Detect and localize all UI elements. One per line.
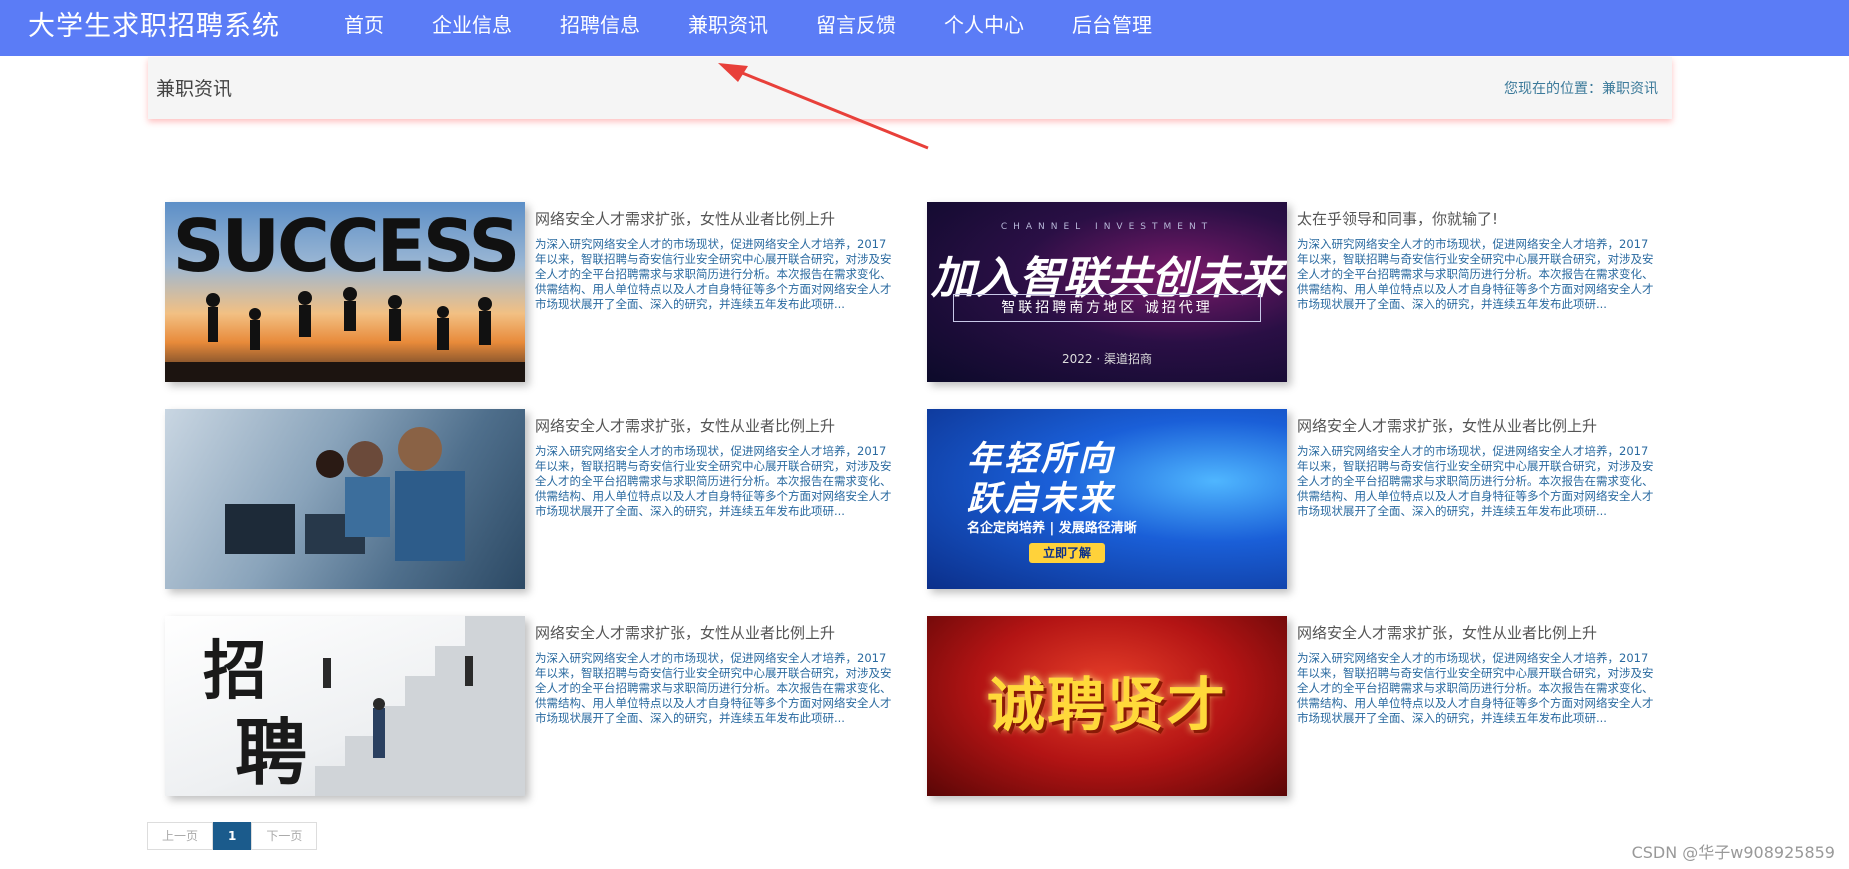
thumbnail-subcaption: 名企定岗培养 | 发展路径清晰	[967, 521, 1137, 536]
silhouettes-icon	[165, 287, 525, 382]
article-summary: 为深入研究网络安全人才的市场现状，促进网络安全人才培养，2017年以来，智联招聘…	[1297, 237, 1654, 311]
article-title[interactable]: 太在乎领导和同事，你就输了!	[1297, 208, 1677, 229]
article-summary: 为深入研究网络安全人才的市场现状，促进网络安全人才培养，2017年以来，智联招聘…	[1297, 444, 1654, 518]
thumbnail-button: 立即了解	[1029, 543, 1105, 563]
app-title[interactable]: 大学生求职招聘系统	[28, 9, 280, 45]
article-title[interactable]: 网络安全人才需求扩张，女性从业者比例上升	[535, 208, 915, 229]
article-summary: 为深入研究网络安全人才的市场现状，促进网络安全人才培养，2017年以来，智联招聘…	[535, 651, 892, 725]
main-nav: 首页 企业信息 招聘信息 兼职资讯 留言反馈 个人中心 后台管理	[320, 0, 1176, 62]
article-title[interactable]: 网络安全人才需求扩张，女性从业者比例上升	[535, 622, 915, 643]
page-button-current[interactable]: 1	[213, 822, 252, 850]
prev-page-button[interactable]: 上一页	[147, 822, 214, 850]
nav-item-companies[interactable]: 企业信息	[408, 0, 536, 56]
article-thumbnail[interactable]: 年轻所向 跃启未来 名企定岗培养 | 发展路径清晰 立即了解	[927, 409, 1287, 589]
article-title[interactable]: 网络安全人才需求扩张，女性从业者比例上升	[1297, 415, 1677, 436]
pagination: 上一页 1 下一页	[147, 822, 318, 850]
nav-item-home[interactable]: 首页	[320, 0, 408, 56]
article-card[interactable]: 网络安全人才需求扩张，女性从业者比例上升 为深入研究网络安全人才的市场现状，促进…	[165, 409, 925, 589]
article-card[interactable]: CHANNEL INVESTMENT 加入智联共创未来 智联招聘南方地区 诚招代…	[927, 202, 1687, 382]
nav-item-parttime-news[interactable]: 兼职资讯	[664, 0, 792, 62]
office-people-icon	[225, 427, 465, 561]
article-card[interactable]: SUCCESS 网络安全人才需求扩张，女性从业者比例上升 为深入研究网络安全人才…	[165, 202, 925, 382]
article-thumbnail[interactable]: 招 聘	[165, 616, 525, 796]
article-thumbnail[interactable]: SUCCESS	[165, 202, 525, 382]
nav-item-feedback[interactable]: 留言反馈	[792, 0, 920, 56]
thumbnail-caption: 跃启未来	[967, 479, 1115, 519]
stairs-icon	[315, 616, 525, 796]
article-card[interactable]: 诚聘贤才 网络安全人才需求扩张，女性从业者比例上升 为深入研究网络安全人才的市场…	[927, 616, 1687, 796]
thumbnail-subcaption: 智联招聘南方地区 诚招代理	[953, 294, 1261, 322]
page-title: 兼职资讯	[156, 78, 233, 100]
top-navbar: 大学生求职招聘系统 首页 企业信息 招聘信息 兼职资讯 留言反馈 个人中心 后台…	[0, 0, 1849, 62]
article-summary: 为深入研究网络安全人才的市场现状，促进网络安全人才培养，2017年以来，智联招聘…	[1297, 651, 1654, 725]
thumbnail-caption: 诚聘贤才	[986, 671, 1227, 739]
nav-item-profile[interactable]: 个人中心	[920, 0, 1048, 56]
article-summary: 为深入研究网络安全人才的市场现状，促进网络安全人才培养，2017年以来，智联招聘…	[535, 237, 892, 311]
nav-item-jobs[interactable]: 招聘信息	[536, 0, 664, 56]
watermark: CSDN @华子w908925859	[1631, 843, 1835, 862]
article-card[interactable]: 年轻所向 跃启未来 名企定岗培养 | 发展路径清晰 立即了解 网络安全人才需求扩…	[927, 409, 1687, 589]
breadcrumb-bar: 兼职资讯 您现在的位置：兼职资讯	[148, 57, 1672, 119]
thumbnail-caption: CHANNEL INVESTMENT	[1000, 222, 1214, 232]
next-page-button[interactable]: 下一页	[251, 822, 318, 850]
breadcrumb: 您现在的位置：兼职资讯	[1504, 81, 1658, 97]
article-thumbnail[interactable]: 诚聘贤才	[927, 616, 1287, 796]
nav-item-admin[interactable]: 后台管理	[1048, 0, 1176, 56]
article-title[interactable]: 网络安全人才需求扩张，女性从业者比例上升	[1297, 622, 1677, 643]
article-thumbnail[interactable]: CHANNEL INVESTMENT 加入智联共创未来 智联招聘南方地区 诚招代…	[927, 202, 1287, 382]
thumbnail-caption: 2022 · 渠道招商	[1062, 352, 1152, 366]
article-card[interactable]: 招 聘 网络安全人才需求扩张，女性从业者比例上升 为深入研究网络安全人才的市场现…	[165, 616, 925, 796]
article-thumbnail[interactable]	[165, 409, 525, 589]
article-title[interactable]: 网络安全人才需求扩张，女性从业者比例上升	[535, 415, 915, 436]
article-summary: 为深入研究网络安全人才的市场现状，促进网络安全人才培养，2017年以来，智联招聘…	[535, 444, 892, 518]
